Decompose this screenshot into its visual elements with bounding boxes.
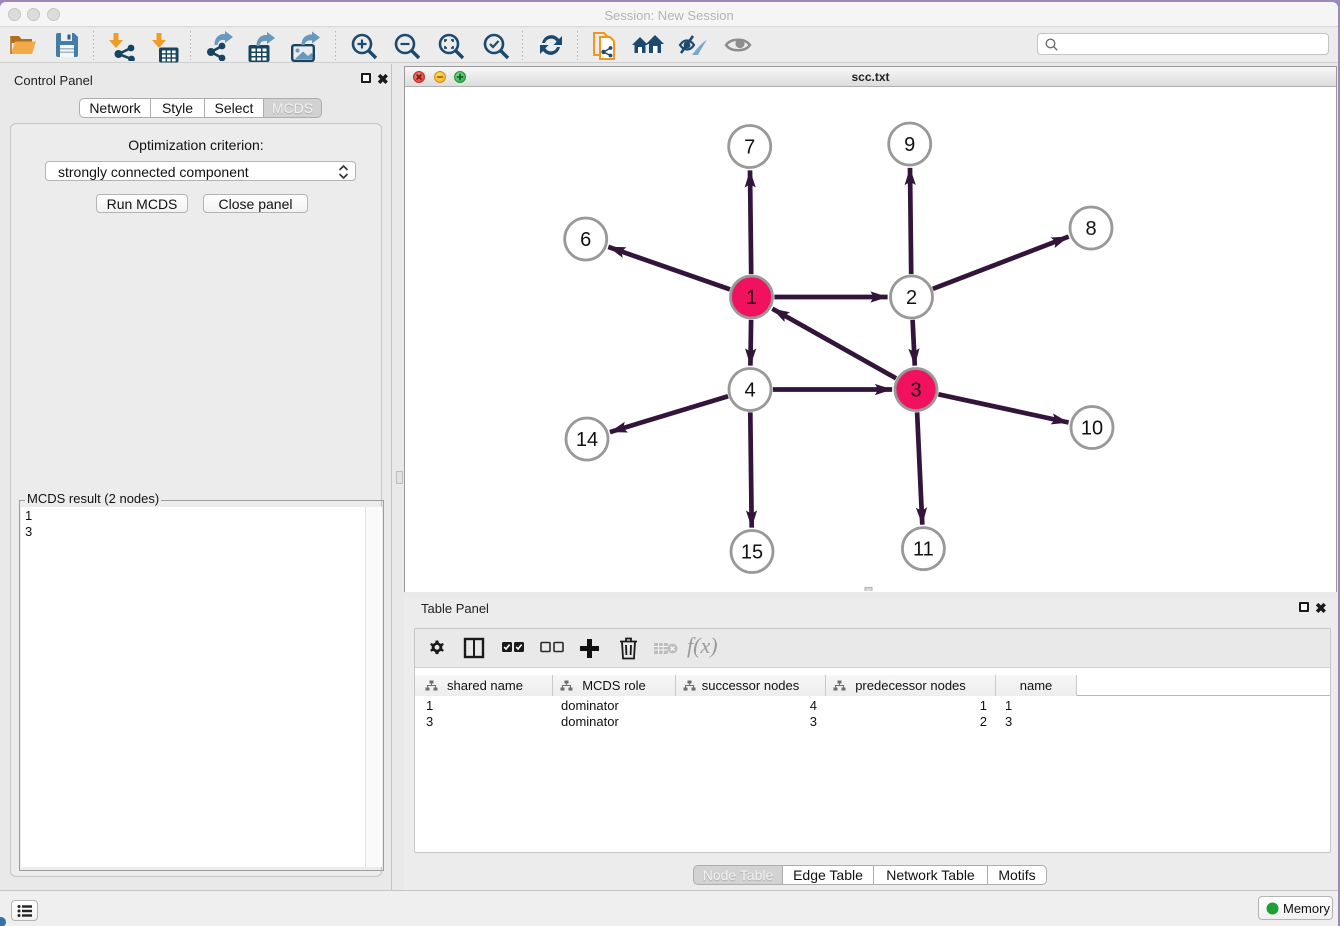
svg-text:11: 11 — [913, 539, 934, 561]
svg-text:10: 10 — [1081, 418, 1103, 440]
svg-text:7: 7 — [744, 137, 755, 159]
svg-text:14: 14 — [576, 429, 598, 451]
svg-text:1: 1 — [746, 287, 757, 309]
svg-text:3: 3 — [910, 380, 921, 402]
svg-text:9: 9 — [904, 134, 915, 156]
svg-text:2: 2 — [906, 287, 917, 309]
svg-text:8: 8 — [1085, 218, 1096, 240]
svg-text:4: 4 — [744, 380, 755, 402]
svg-text:6: 6 — [580, 229, 591, 251]
svg-text:15: 15 — [741, 542, 763, 564]
